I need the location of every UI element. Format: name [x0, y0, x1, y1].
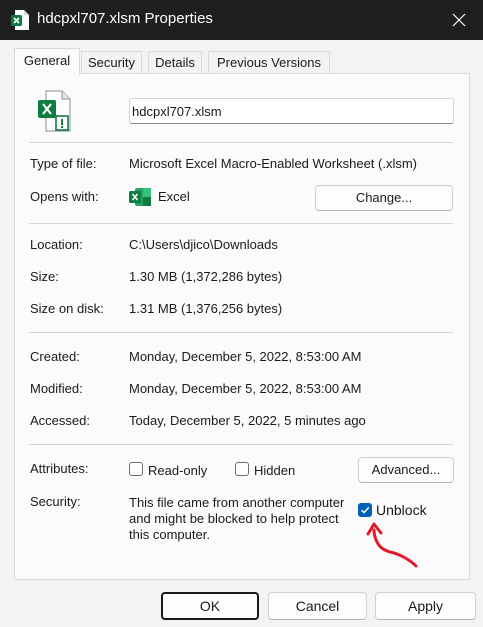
- excel-icon: [129, 188, 151, 206]
- security-message-line-1: This file came from another computer: [129, 495, 345, 510]
- tab-security[interactable]: Security: [81, 51, 142, 73]
- filename-input[interactable]: [129, 98, 454, 124]
- close-icon: [452, 13, 466, 27]
- ok-button[interactable]: OK: [161, 592, 259, 620]
- separator: [29, 444, 453, 445]
- separator: [29, 223, 453, 224]
- modified-value: Monday, December 5, 2022, 8:53:00 AM: [129, 381, 362, 396]
- created-label: Created:: [30, 349, 80, 364]
- size-on-disk-label: Size on disk:: [30, 301, 104, 316]
- size-label: Size:: [30, 269, 59, 284]
- checkmark-icon: [360, 506, 370, 514]
- hidden-checkbox[interactable]: [235, 462, 249, 476]
- type-label: Type of file:: [30, 156, 97, 171]
- opens-with-value: Excel: [158, 189, 190, 204]
- size-on-disk-value: 1.31 MB (1,376,256 bytes): [129, 301, 283, 316]
- properties-dialog: hdcpxl707.xlsm Properties General Securi…: [0, 0, 483, 627]
- location-value: C:\Users\djico\Downloads: [129, 237, 278, 252]
- readonly-label[interactable]: Read-only: [148, 463, 207, 478]
- title-bar[interactable]: hdcpxl707.xlsm Properties: [0, 0, 483, 40]
- security-message-line-2: and might be blocked to help protect: [129, 511, 339, 526]
- tab-previous-versions[interactable]: Previous Versions: [208, 51, 330, 73]
- attributes-label: Attributes:: [30, 461, 89, 476]
- tab-general[interactable]: General: [14, 48, 80, 75]
- modified-label: Modified:: [30, 381, 83, 396]
- cancel-button[interactable]: Cancel: [268, 592, 367, 620]
- accessed-value: Today, December 5, 2022, 5 minutes ago: [129, 413, 366, 428]
- tab-details[interactable]: Details: [148, 51, 202, 73]
- general-panel: Type of file: Microsoft Excel Macro-Enab…: [14, 73, 470, 580]
- accessed-label: Accessed:: [30, 413, 90, 428]
- security-label: Security:: [30, 494, 81, 509]
- hidden-label[interactable]: Hidden: [254, 463, 295, 478]
- red-arrow-annotation: [366, 522, 418, 568]
- separator: [29, 142, 453, 143]
- change-button[interactable]: Change...: [315, 185, 453, 211]
- type-value: Microsoft Excel Macro-Enabled Worksheet …: [129, 156, 418, 171]
- window-title: hdcpxl707.xlsm Properties: [37, 10, 213, 27]
- opens-with-label: Opens with:: [30, 189, 99, 204]
- size-value: 1.30 MB (1,372,286 bytes): [129, 269, 283, 284]
- close-button[interactable]: [445, 6, 473, 34]
- excel-file-icon: [11, 10, 29, 30]
- location-label: Location:: [30, 237, 83, 252]
- apply-button[interactable]: Apply: [375, 592, 476, 620]
- excel-macro-file-icon: [38, 90, 71, 132]
- unblock-checkbox[interactable]: [358, 503, 372, 517]
- advanced-button[interactable]: Advanced...: [358, 457, 454, 483]
- security-message-line-3: this computer.: [129, 527, 210, 542]
- created-value: Monday, December 5, 2022, 8:53:00 AM: [129, 349, 362, 364]
- unblock-label[interactable]: Unblock: [376, 502, 427, 518]
- separator: [29, 332, 453, 333]
- readonly-checkbox[interactable]: [129, 462, 143, 476]
